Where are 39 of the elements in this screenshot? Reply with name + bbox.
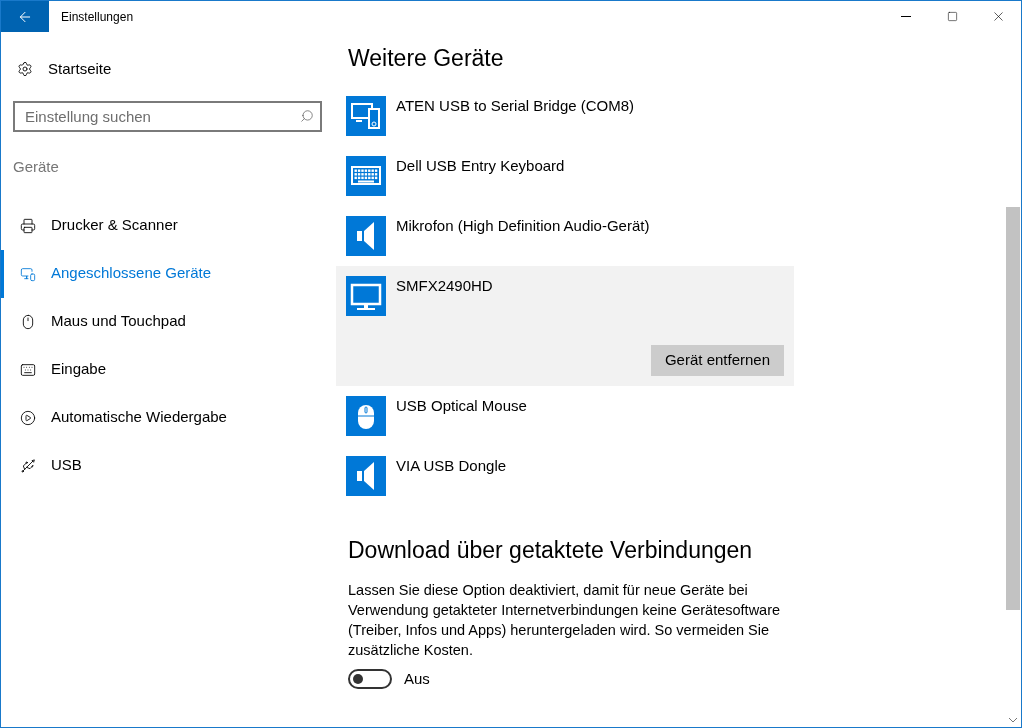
nav-item[interactable]: Maus und Touchpad xyxy=(1,297,334,346)
search-field[interactable]: Einstellung suchen xyxy=(13,101,322,132)
nav-item[interactable]: Automatische Wiedergabe xyxy=(1,393,334,442)
mouse-icon xyxy=(20,313,36,330)
usb-icon xyxy=(20,457,36,474)
mouse-icon xyxy=(346,396,386,436)
search-icon xyxy=(300,109,314,123)
back-button[interactable] xyxy=(1,1,49,32)
speaker-icon xyxy=(346,456,386,496)
section-heading: Download über getaktete Verbindungen xyxy=(348,536,754,564)
toggle-label: Aus xyxy=(404,669,430,689)
remove-device-button[interactable]: Gerät entfernen xyxy=(651,345,784,376)
keyboard-icon xyxy=(20,361,36,378)
device-item[interactable]: Mikrofon (High Definition Audio-Gerät) xyxy=(336,206,794,266)
nav-item[interactable]: Eingabe xyxy=(1,345,334,394)
device-item[interactable]: ATEN USB to Serial Bridge (COM8) xyxy=(336,86,794,146)
scroll-down-icon xyxy=(1006,715,1020,725)
section-heading: Weitere Geräte xyxy=(348,44,505,72)
device-item[interactable]: VIA USB Dongle xyxy=(336,446,794,506)
play-circle-icon xyxy=(20,409,36,426)
nav-item[interactable]: Drucker & Scanner xyxy=(1,201,334,250)
home-link[interactable]: Startseite xyxy=(48,57,112,81)
minimize-icon xyxy=(901,16,911,17)
devices-icon xyxy=(20,265,36,282)
devices-icon xyxy=(346,96,386,136)
device-item[interactable]: SMFX2490HD Gerät entfernen xyxy=(336,266,794,386)
section-label: Geräte xyxy=(13,157,60,177)
speaker-icon xyxy=(346,216,386,256)
toggle-switch[interactable] xyxy=(348,669,392,690)
device-item[interactable]: Dell USB Entry Keyboard xyxy=(336,146,794,206)
settings-icon xyxy=(17,61,33,77)
description-text: Lassen Sie diese Option deaktiviert, damit für neue Geräte bei Verwendung getakteter Internetverbindungen keine Gerätesoftware (Treiber, Infos und Apps) heruntergeladen wird. So vermeiden Sie zusätzliche Kosten. xyxy=(348,581,782,660)
window-title: Einstellungen xyxy=(61,8,134,26)
maximize-icon xyxy=(946,11,958,22)
keyboard-icon xyxy=(346,156,386,196)
monitor-icon xyxy=(346,276,386,316)
device-item[interactable]: USB Optical Mouse xyxy=(336,386,794,446)
nav-item[interactable]: USB xyxy=(1,441,334,490)
printer-icon xyxy=(20,217,36,234)
